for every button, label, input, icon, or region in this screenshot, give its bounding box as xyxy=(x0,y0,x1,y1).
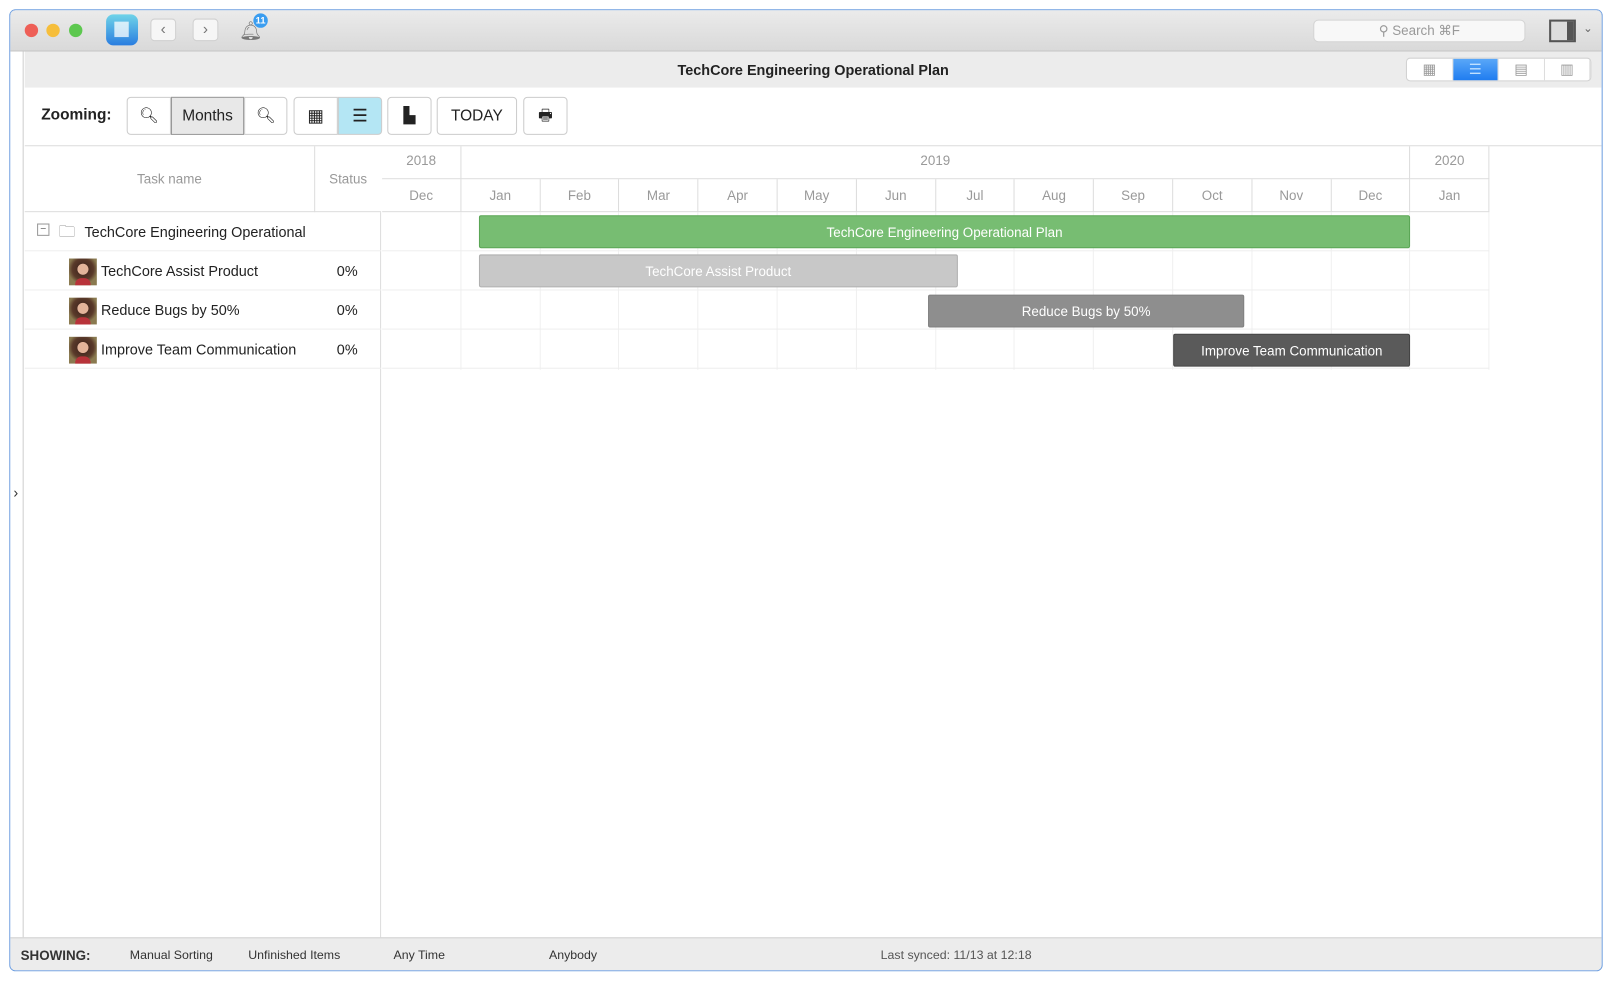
table-row[interactable]: TechCore Assist Product 0% xyxy=(24,251,382,291)
month-label: Jan xyxy=(461,179,541,213)
avatar xyxy=(69,297,97,325)
view-switcher[interactable]: ▦ ☰ ▤ ▥ xyxy=(1405,57,1592,82)
table-row[interactable]: Reduce Bugs by 50% 0% xyxy=(24,290,382,330)
left-panel-strip[interactable]: › xyxy=(10,51,24,938)
notification-badge: 11 xyxy=(253,13,268,28)
minimize-button[interactable] xyxy=(46,23,60,38)
zoom-out-icon: 🔍︎ xyxy=(139,107,159,125)
back-button[interactable]: ‹ xyxy=(150,18,177,42)
month-label: Mar xyxy=(619,179,699,213)
table-row[interactable]: − 🗀 TechCore Engineering Operational xyxy=(24,212,382,252)
year-label: 2018 xyxy=(382,146,462,180)
align-button[interactable]: ▙ xyxy=(387,96,432,135)
calendar-view-icon[interactable]: ▤ xyxy=(1499,58,1545,81)
avatar xyxy=(69,336,97,364)
zoom-in-icon: 🔍︎ xyxy=(255,107,276,125)
zooming-label: Zooming: xyxy=(41,106,112,124)
printer-icon: 🖶 xyxy=(538,107,553,125)
month-label: Jan xyxy=(1410,179,1490,213)
filter-time[interactable]: Any Time xyxy=(393,948,445,962)
col-status[interactable]: Status xyxy=(315,146,381,212)
folder-icon: 🗀 xyxy=(58,223,76,242)
zoom-out-button[interactable]: 🔍︎ xyxy=(126,96,171,135)
grid-layout-button[interactable]: ▦ xyxy=(293,96,338,135)
last-synced: Last synced: 11/13 at 12:18 xyxy=(880,947,1032,963)
report-view-icon[interactable]: ▥ xyxy=(1544,58,1591,81)
grid-icon: ▦ xyxy=(307,106,324,126)
gantt-bar[interactable]: Reduce Bugs by 50% xyxy=(927,294,1245,328)
close-button[interactable] xyxy=(24,23,39,38)
gantt-grid: Task name Status − 🗀 TechCore Engineerin… xyxy=(24,146,1602,938)
list-icon: ☰ xyxy=(352,106,368,126)
month-label: Jun xyxy=(856,179,936,213)
expand-panel-icon[interactable]: › xyxy=(13,484,18,500)
title-bar: ‹ › 🔔︎ 11 ⚲ Search ⌘F ⌄ xyxy=(10,10,1602,52)
table-row[interactable]: Improve Team Communication 0% xyxy=(24,330,382,369)
gantt-bar[interactable]: TechCore Engineering Operational Plan xyxy=(478,215,1411,249)
month-label: Oct xyxy=(1173,179,1253,213)
col-task-name[interactable]: Task name xyxy=(25,146,316,213)
month-label: Dec xyxy=(382,179,462,213)
list-layout-button[interactable]: ☰ xyxy=(337,96,383,135)
forward-button[interactable]: › xyxy=(192,18,219,42)
task-name: TechCore Engineering Operational xyxy=(84,223,306,240)
task-status: 0% xyxy=(336,301,358,319)
task-table: − 🗀 TechCore Engineering Operational Tec… xyxy=(24,212,382,938)
year-label: 2020 xyxy=(1410,146,1490,180)
month-label: Apr xyxy=(698,179,778,213)
project-header: TechCore Engineering Operational Plan ▦ … xyxy=(24,51,1602,88)
zoom-level[interactable]: Months xyxy=(170,96,245,135)
year-label: 2019 xyxy=(461,146,1411,180)
filter-sorting[interactable]: Manual Sorting xyxy=(130,948,213,962)
app-icon[interactable] xyxy=(106,14,139,46)
app-window: ‹ › 🔔︎ 11 ⚲ Search ⌘F ⌄ › TechCore Engin… xyxy=(9,9,1603,972)
avatar xyxy=(69,258,97,286)
task-name: Improve Team Communication xyxy=(100,340,297,358)
search-input[interactable]: ⚲ Search ⌘F xyxy=(1313,19,1526,43)
align-left-icon: ▙ xyxy=(403,107,416,125)
task-status: 0% xyxy=(336,340,358,358)
filter-assignee[interactable]: Anybody xyxy=(549,948,597,962)
chevron-down-icon[interactable]: ⌄ xyxy=(1583,22,1592,35)
sidebar-toggle-icon[interactable] xyxy=(1549,19,1576,43)
print-button[interactable]: 🖶 xyxy=(523,96,568,135)
month-label: Aug xyxy=(1014,179,1095,213)
task-table-header: Task name Status xyxy=(24,146,382,213)
gantt-bar[interactable]: Improve Team Communication xyxy=(1173,333,1411,367)
search-placeholder: Search ⌘F xyxy=(1392,22,1460,39)
zoom-in-button[interactable]: 🔍︎ xyxy=(244,96,288,135)
search-icon: ⚲ xyxy=(1378,22,1393,39)
gantt-view-icon[interactable]: ☰ xyxy=(1452,58,1499,81)
month-label: May xyxy=(777,179,857,213)
filter-items[interactable]: Unfinished Items xyxy=(248,948,340,962)
month-label: Sep xyxy=(1094,179,1174,213)
grid-view-icon[interactable]: ▦ xyxy=(1407,58,1453,81)
page-title: TechCore Engineering Operational Plan xyxy=(677,61,949,79)
zoom-button[interactable] xyxy=(69,23,83,38)
task-name: TechCore Assist Product xyxy=(100,262,259,280)
month-label: Dec xyxy=(1331,179,1411,213)
footer: SHOWING: Manual Sorting Unfinished Items… xyxy=(10,937,1602,971)
month-label: Jul xyxy=(935,179,1015,213)
collapse-icon[interactable]: − xyxy=(37,223,50,236)
task-name: Reduce Bugs by 50% xyxy=(100,301,240,319)
showing-label: SHOWING: xyxy=(20,947,91,964)
toolbar: Zooming: 🔍︎ Months 🔍︎ ▦ ☰ ▙ TODAY 🖶 xyxy=(24,88,1602,147)
task-status: 0% xyxy=(336,262,358,280)
today-button[interactable]: TODAY xyxy=(436,96,518,135)
month-label: Nov xyxy=(1252,179,1332,213)
gantt-bar[interactable]: TechCore Assist Product xyxy=(478,254,958,288)
month-label: Feb xyxy=(540,179,620,213)
